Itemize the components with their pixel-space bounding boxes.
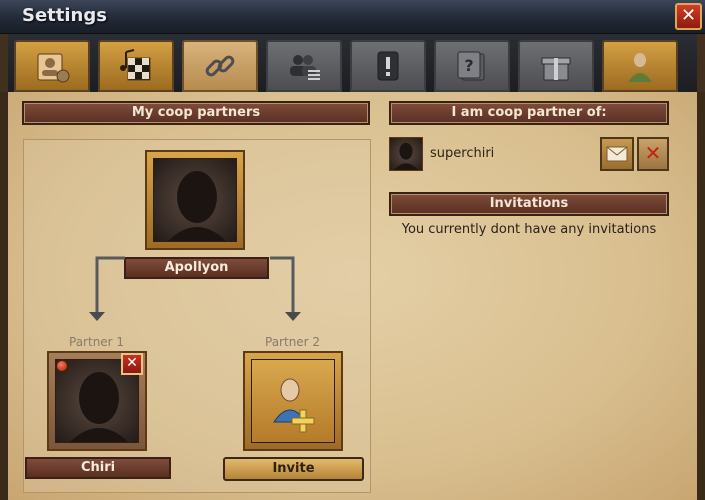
partner-of-header: I am coop partner of: [389,101,669,125]
svg-text:?: ? [464,56,473,75]
profile-cards-icon [37,53,70,83]
silhouette-icon [168,171,226,241]
leave-coop-button[interactable]: ✕ [637,137,669,171]
avatar [389,137,423,171]
message-button[interactable] [600,137,634,171]
chain-link-icon [205,55,235,77]
tab-profile[interactable] [14,40,90,92]
tab-music-games[interactable] [98,40,174,92]
online-status-icon [55,359,69,373]
avatar-bust-icon [628,53,652,82]
no-invitations-text: You currently dont have any invitations [401,222,657,237]
silhouette-icon [393,142,419,170]
partner1-label: Partner 1 [69,335,125,349]
close-button[interactable]: ✕ [675,3,702,30]
tab-notifications[interactable] [350,40,426,92]
owner-portrait [145,150,245,250]
tree-connector [89,256,301,321]
tab-coop-links[interactable] [182,40,258,92]
alert-device-icon [377,51,399,81]
invite-button[interactable]: Invite [223,457,364,481]
friends-list-icon [290,55,320,80]
tab-friends[interactable] [266,40,342,92]
title-bar: Settings ✕ [0,0,705,34]
gift-box-icon [541,57,571,81]
music-checkers-icon [120,49,151,81]
partner2-label: Partner 2 [265,335,321,349]
partner2-invite-slot[interactable] [243,351,343,451]
window-title: Settings [22,5,107,26]
envelope-icon [606,146,628,162]
invitations-header: Invitations [389,192,669,216]
partner1-name-plate: Chiri [25,457,171,479]
add-user-icon [273,378,315,433]
tab-avatar[interactable] [602,40,678,92]
tab-help[interactable]: ? [434,40,510,92]
my-partners-header: My coop partners [22,101,370,125]
partner-of-row: superchiri ✕ [389,137,669,173]
help-question-icon: ? [457,51,485,81]
tab-gifts[interactable] [518,40,594,92]
tab-strip: ? [0,34,705,92]
remove-partner1-button[interactable]: ✕ [121,353,143,375]
partner-of-name: superchiri [430,146,495,161]
